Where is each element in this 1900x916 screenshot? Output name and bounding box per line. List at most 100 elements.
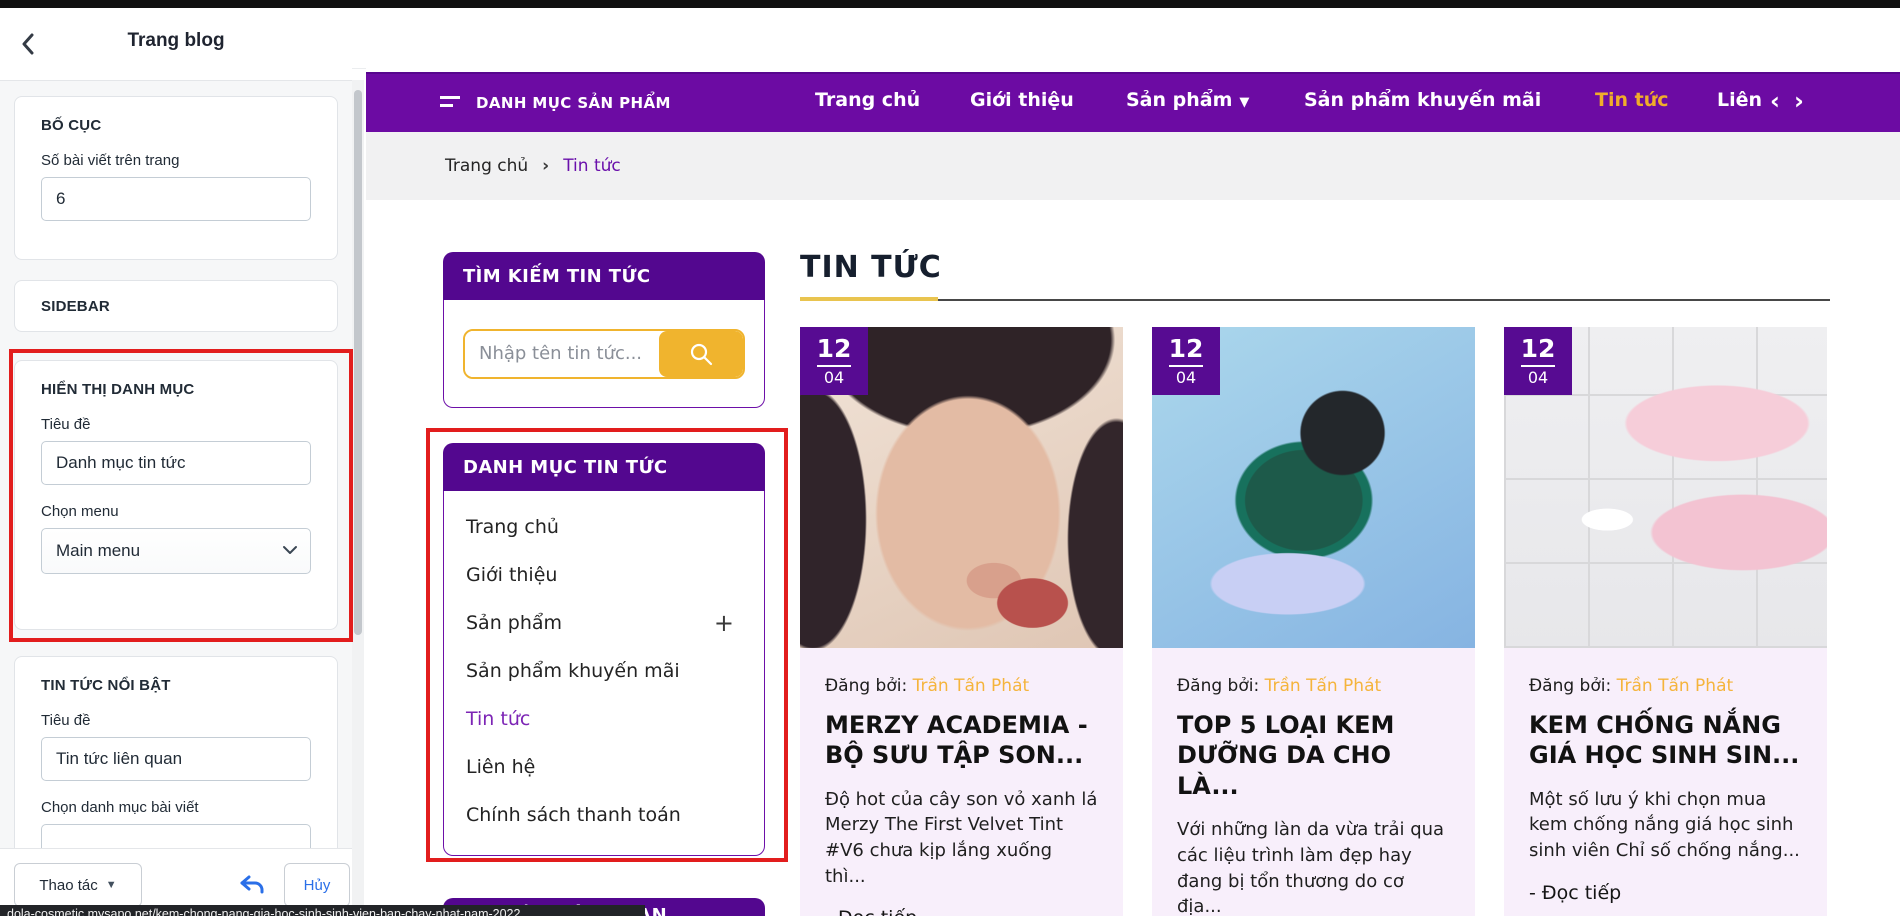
section-heading: TIN TỨC NỔI BẬT: [41, 677, 171, 694]
section-heading: SIDEBAR: [41, 297, 110, 315]
nav-item-contact-clipped[interactable]: Liên hệ: [1717, 89, 1765, 117]
category-item-home[interactable]: Trang chủ: [444, 503, 764, 551]
date-month: 04: [1175, 368, 1197, 387]
category-title-input[interactable]: [41, 441, 311, 485]
posts-per-page-input[interactable]: [41, 177, 311, 221]
category-item-payment-policy[interactable]: Chính sách thanh toán: [444, 791, 764, 839]
article-meta: Đăng bởi: Trần Tấn Phát: [825, 676, 1098, 696]
caret-down-icon: ▼: [105, 879, 117, 891]
search-button[interactable]: [659, 330, 743, 377]
article-meta: Đăng bởi: Trần Tấn Phát: [1177, 676, 1450, 696]
category-item-products[interactable]: Sản phẩm +: [444, 599, 764, 647]
article-author[interactable]: Trần Tấn Phát: [913, 676, 1030, 696]
article-card: 12 04 Đăng bởi: Trần Tấn Phát KEM CHỐNG …: [1504, 327, 1827, 916]
date-divider: [817, 365, 851, 367]
page-title: Trang blog: [127, 30, 225, 51]
date-badge: 12 04: [800, 327, 868, 395]
search-icon: [690, 343, 713, 365]
category-item-news[interactable]: Tin tức: [444, 695, 764, 743]
article-meta: Đăng bởi: Trần Tấn Phát: [1529, 676, 1802, 696]
undo-button[interactable]: [232, 865, 272, 905]
article-title[interactable]: TOP 5 LOẠI KEM DƯỠNG DA CHO LÀ...: [1177, 710, 1450, 801]
read-more-link[interactable]: - Đọc tiếp: [1529, 882, 1802, 904]
posts-per-page-label: Số bài viết trên trang: [41, 152, 180, 169]
featured-title-input[interactable]: [41, 737, 311, 781]
site-navbar: DANH MỤC SẢN PHẨM Trang chủ Giới thiệu S…: [366, 72, 1900, 132]
expand-plus-icon[interactable]: +: [714, 609, 734, 637]
nav-item-promotions[interactable]: Sản phẩm khuyến mãi: [1304, 89, 1541, 111]
actions-dropdown-button[interactable]: Thao tác ▼: [14, 863, 142, 907]
breadcrumb-home[interactable]: Trang chủ: [445, 156, 528, 176]
date-day: 12: [816, 334, 852, 363]
article-body: Đăng bởi: Trần Tấn Phát TOP 5 LOẠI KEM D…: [1152, 648, 1475, 916]
nav-item-about[interactable]: Giới thiệu: [970, 89, 1074, 111]
nav-scroll-left-icon[interactable]: ‹: [1770, 87, 1780, 115]
date-divider: [1521, 365, 1555, 367]
category-item-about[interactable]: Giới thiệu: [444, 551, 764, 599]
hamburger-icon[interactable]: [440, 96, 462, 107]
news-search: [463, 328, 745, 379]
news-category-menu: Trang chủ Giới thiệu Sản phẩm + Sản phẩm…: [443, 491, 765, 856]
date-badge: 12 04: [1152, 327, 1220, 395]
nav-item-news[interactable]: Tin tức: [1595, 89, 1669, 111]
undo-icon: [240, 875, 264, 894]
menu-select[interactable]: Main menu: [41, 528, 311, 574]
author-label: Đăng bởi:: [1529, 676, 1612, 696]
heading-underline: [800, 297, 938, 301]
section-featured-news: TIN TỨC NỔI BẬT Tiêu đề Chọn danh mục bà…: [14, 656, 338, 868]
title-label: Tiêu đề: [41, 416, 91, 433]
link-status-bar: dola-cosmetic.mysapo.net/kem-chong-nang-…: [0, 905, 645, 916]
category-item-promotions[interactable]: Sản phẩm khuyến mãi: [444, 647, 764, 695]
section-layout: BỐ CỤC Số bài viết trên trang: [14, 96, 338, 260]
nav-scroll-right-icon[interactable]: ›: [1794, 87, 1804, 115]
window-top-strip: [0, 0, 1900, 8]
author-label: Đăng bởi:: [1177, 676, 1260, 696]
nav-item-home[interactable]: Trang chủ: [815, 89, 920, 111]
article-image[interactable]: 12 04: [800, 327, 1123, 648]
search-widget-heading: TÌM KIẾM TIN TỨC: [443, 252, 765, 300]
article-card: 12 04 Đăng bởi: Trần Tấn Phát TOP 5 LOẠI…: [1152, 327, 1475, 916]
caret-down-icon: ▼: [1239, 95, 1250, 110]
choose-article-category-label: Chọn danh mục bài viết: [41, 799, 199, 816]
date-day: 12: [1520, 334, 1556, 363]
article-excerpt: Độ hot của cây son vỏ xanh lá Merzy The …: [825, 788, 1098, 887]
article-author[interactable]: Trần Tấn Phát: [1265, 676, 1382, 696]
article-author[interactable]: Trần Tấn Phát: [1617, 676, 1734, 696]
article-image[interactable]: 12 04: [1152, 327, 1475, 648]
title-label: Tiêu đề: [41, 712, 91, 729]
choose-menu-label: Chọn menu: [41, 503, 119, 520]
date-month: 04: [1527, 368, 1549, 387]
menu-select-value: Main menu: [56, 541, 141, 560]
author-label: Đăng bởi:: [825, 676, 908, 696]
screenshot-stage: Trang blog BỐ CỤC Số bài viết trên trang…: [0, 0, 1900, 916]
date-month: 04: [823, 368, 845, 387]
chevron-down-icon: [283, 546, 297, 554]
breadcrumb: Trang chủ › Tin tức: [366, 132, 1900, 200]
panel-scrollbar-thumb[interactable]: [354, 90, 362, 635]
section-sidebar: SIDEBAR: [14, 280, 338, 332]
cancel-button[interactable]: Hủy: [284, 863, 350, 907]
site-preview: DANH MỤC SẢN PHẨM Trang chủ Giới thiệu S…: [366, 8, 1900, 916]
article-card: 12 04 Đăng bởi: Trần Tấn Phát MERZY ACAD…: [800, 327, 1123, 916]
nav-item-products[interactable]: Sản phẩm ▼: [1126, 89, 1249, 111]
product-catalog-label[interactable]: DANH MỤC SẢN PHẨM: [476, 94, 671, 112]
breadcrumb-current[interactable]: Tin tức: [563, 156, 621, 176]
news-search-input[interactable]: [465, 330, 659, 377]
actions-label: Thao tác: [39, 876, 98, 894]
news-category-heading: DANH MỤC TIN TỨC: [443, 443, 765, 491]
editor-settings-panel: Trang blog BỐ CỤC Số bài viết trên trang…: [0, 8, 645, 916]
section-category-display: HIỂN THỊ DANH MỤC Tiêu đề Chọn menu Main…: [14, 360, 338, 630]
status-url: dola-cosmetic.mysapo.net/kem-chong-nang-…: [7, 907, 521, 916]
article-title[interactable]: MERZY ACADEMIA - BỘ SƯU TẬP SON...: [825, 710, 1098, 771]
breadcrumb-separator-icon: ›: [542, 156, 550, 176]
category-item-contact[interactable]: Liên hệ: [444, 743, 764, 791]
article-body: Đăng bởi: Trần Tấn Phát MERZY ACADEMIA -…: [800, 648, 1123, 916]
article-title[interactable]: KEM CHỐNG NẮNG GIÁ HỌC SINH SIN...: [1529, 710, 1802, 771]
heading-rule: [938, 299, 1830, 301]
date-divider: [1169, 365, 1203, 367]
section-heading: BỐ CỤC: [41, 117, 102, 134]
date-day: 12: [1168, 334, 1204, 363]
read-more-link[interactable]: - Đọc tiếp: [825, 907, 1098, 916]
section-heading: HIỂN THỊ DANH MỤC: [41, 381, 195, 398]
article-image[interactable]: 12 04: [1504, 327, 1827, 648]
